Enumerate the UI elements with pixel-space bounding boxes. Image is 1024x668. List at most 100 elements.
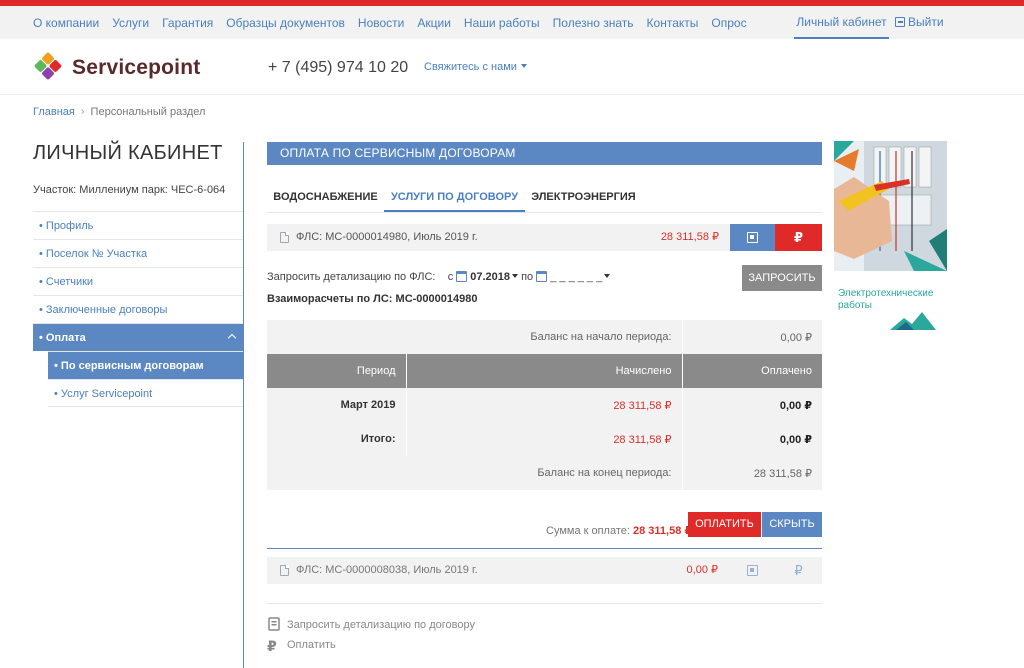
nav-link-promotions[interactable]: Акции (417, 16, 451, 30)
invoice-button[interactable] (730, 557, 775, 584)
column-header-charged: Начислено (405, 354, 682, 388)
hide-button[interactable]: СКРЫТЬ (762, 512, 822, 537)
date-to-picker[interactable]: _ _ _ _ _ _ (536, 271, 611, 283)
top-navigation: О компании Услуги Гарантия Образцы докум… (0, 6, 1024, 39)
settlement-table: Баланс на начало периода: 0,00 ₽ Период … (267, 320, 822, 490)
chevron-up-icon (227, 333, 237, 343)
plot-info: Участок: Миллениум парк: ЧЕС-6-064 (33, 184, 226, 196)
fls-row-active[interactable]: ФЛС: МС-0000014980, Июль 2019 г. 28 311,… (267, 224, 822, 251)
tabs-underline (267, 212, 822, 213)
amount-due-label: Сумма к оплате: (546, 525, 630, 537)
nav-link-about[interactable]: О компании (33, 16, 99, 30)
table-header-row: Период Начислено Оплачено (267, 354, 822, 388)
sidebar-subitem-service-contracts[interactable]: • По сервисным договорам (48, 351, 243, 379)
date-to-value: _ _ _ _ _ _ (550, 271, 603, 283)
settlement-title: Взаиморасчеты по ЛС: МС-0000014980 (267, 293, 478, 305)
fls-amount: 0,00 ₽ (686, 564, 718, 576)
detail-request-label: Запросить детализацию по ФЛС: (267, 271, 436, 283)
row-paid: 0,00 ₽ (681, 388, 822, 422)
breadcrumb-home[interactable]: Главная (33, 106, 75, 118)
pay-link-label: Оплатить (287, 639, 336, 651)
column-header-period: Период (267, 354, 406, 388)
nav-link-contacts[interactable]: Контакты (647, 16, 699, 30)
breadcrumb-current: Персональный раздел (90, 106, 206, 118)
sidebar-item-profile[interactable]: • Профиль (33, 211, 243, 239)
nav-link-our-works[interactable]: Наши работы (464, 16, 540, 30)
invoice-button[interactable] (730, 224, 775, 251)
nav-link-document-samples[interactable]: Образцы документов (226, 16, 345, 30)
tabs: ВОДОСНАБЖЕНИЕ УСЛУГИ ПО ДОГОВОРУ ЭЛЕКТРО… (267, 182, 822, 212)
request-contract-detail-label: Запросить детализацию по договору (287, 619, 475, 631)
sidebar-divider (243, 142, 244, 668)
caret-down-icon (604, 274, 611, 278)
document-icon (280, 565, 289, 576)
pay-link[interactable]: ₽ Оплатить (267, 638, 336, 654)
closing-balance-row: Баланс на конец периода: 28 311,58 ₽ (267, 456, 822, 490)
pay-button[interactable]: ОПЛАТИТЬ (688, 512, 761, 537)
sidebar-menu: • Профиль • Поселок № Участка • Счетчики… (33, 211, 243, 407)
tab-contract-services[interactable]: УСЛУГИ ПО ДОГОВОРУ (384, 182, 525, 212)
table-row-total: Итого: 28 311,58 ₽ 0,00 ₽ (267, 422, 822, 456)
tab-water-supply[interactable]: ВОДОСНАБЖЕНИЕ (267, 182, 384, 212)
sidebar-subitem-servicepoint-services[interactable]: • Услуг Servicepoint (48, 379, 243, 407)
date-to-label: по (521, 271, 534, 283)
closing-balance-value: 28 311,58 ₽ (682, 456, 822, 490)
calendar-icon (456, 271, 468, 282)
divider (267, 548, 822, 549)
fls-row-collapsed[interactable]: ФЛС: МС-0000008038, Июль 2019 г. 0,00 ₽ … (267, 557, 822, 584)
advertisement-banner-image[interactable] (834, 141, 947, 271)
sidebar-item-payment[interactable]: • Оплата (33, 323, 243, 351)
total-paid: 0,00 ₽ (681, 422, 822, 456)
request-button[interactable]: ЗАПРОСИТЬ (742, 265, 822, 291)
sidebar-item-payment-label: • Оплата (39, 332, 86, 344)
table-row: Март 2019 28 311,58 ₽ 0,00 ₽ (267, 388, 822, 422)
amount-due: Сумма к оплате: 28 311,58 ₽ (546, 524, 692, 537)
fls-label: ФЛС: МС-0000014980, Июль 2019 г. (296, 231, 478, 243)
receipt-icon (267, 617, 281, 631)
opening-balance-value: 0,00 ₽ (682, 320, 822, 354)
detail-request: Запросить детализацию по ФЛС: с 07.2018 … (267, 271, 611, 283)
chevron-down-icon (520, 64, 527, 68)
phone-number: + 7 (495) 974 10 20 (268, 59, 409, 76)
nav-link-survey[interactable]: Опрос (711, 16, 746, 30)
advertisement-text[interactable]: Электротехнические работы (838, 288, 933, 312)
amount-due-value: 28 311,58 ₽ (633, 525, 693, 537)
top-nav-links: О компании Услуги Гарантия Образцы докум… (33, 6, 760, 39)
caret-down-icon (512, 274, 519, 278)
sidebar-item-contracts[interactable]: • Заключенные договоры (33, 295, 243, 323)
nav-link-services[interactable]: Услуги (112, 16, 149, 30)
logout-link[interactable]: Выйти (895, 6, 944, 39)
pay-icon-button[interactable]: ₽ (775, 557, 822, 584)
date-from-label: с (447, 271, 454, 283)
sidebar-item-meters[interactable]: • Счетчики (33, 267, 243, 295)
breadcrumb: Главная › Персональный раздел (33, 106, 205, 118)
fls-label: ФЛС: МС-0000008038, Июль 2019 г. (296, 564, 478, 576)
request-contract-detail-link[interactable]: Запросить детализацию по договору (267, 617, 475, 631)
contact-us-dropdown[interactable]: Свяжитесь с нами (424, 61, 527, 73)
logo-icon[interactable] (33, 51, 63, 81)
invoice-icon (747, 232, 758, 243)
page-title: ЛИЧНЫЙ КАБИНЕТ (33, 142, 223, 164)
pay-icon-button[interactable]: ₽ (775, 224, 822, 251)
logo-text[interactable]: Servicepoint (72, 56, 200, 80)
nav-link-news[interactable]: Новости (358, 16, 404, 30)
tab-electricity[interactable]: ЭЛЕКТРОЭНЕРГИЯ (525, 182, 642, 212)
logout-icon (895, 17, 905, 27)
sidebar-item-settlement[interactable]: • Поселок № Участка (33, 239, 243, 267)
logout-label: Выйти (908, 15, 944, 29)
fls-amount: 28 311,58 ₽ (660, 231, 719, 243)
site-header: Servicepoint + 7 (495) 974 10 20 Свяжите… (0, 39, 1024, 95)
column-header-paid: Оплачено (681, 354, 822, 388)
nav-link-warranty[interactable]: Гарантия (162, 16, 213, 30)
section-title: ОПЛАТА ПО СЕРВИСНЫМ ДОГОВОРАМ (267, 142, 822, 165)
document-icon (280, 232, 289, 243)
closing-balance-label: Баланс на конец периода: (267, 456, 683, 490)
account-link[interactable]: Личный кабинет (794, 6, 889, 39)
breadcrumb-separator-icon: › (80, 106, 85, 118)
nav-link-useful[interactable]: Полезно знать (553, 16, 634, 30)
date-from-picker[interactable]: 07.2018 (456, 271, 519, 283)
contact-us-label: Свяжитесь с нами (424, 61, 517, 73)
invoice-icon (747, 565, 758, 576)
row-period: Март 2019 (267, 388, 406, 422)
date-from-value: 07.2018 (470, 271, 511, 283)
